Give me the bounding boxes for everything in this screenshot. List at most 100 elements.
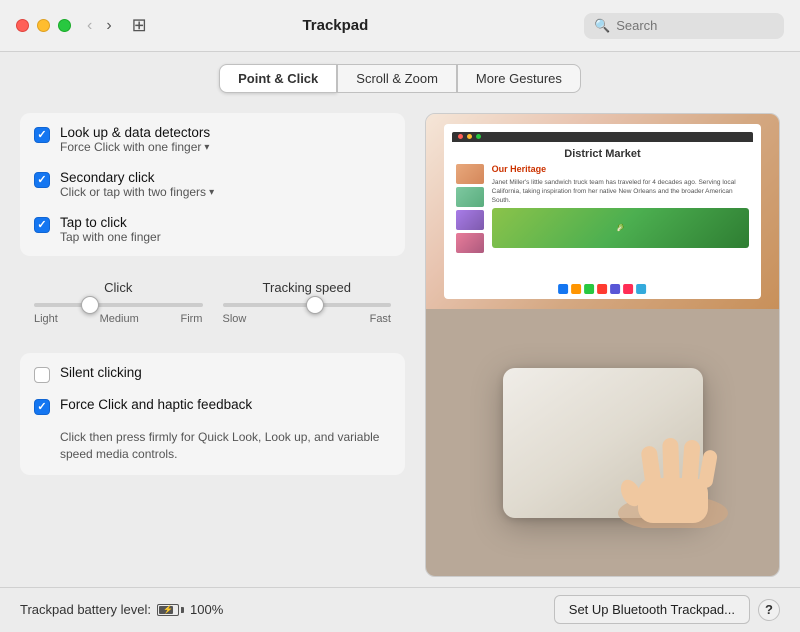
tap-to-click-text: Tap to click Tap with one finger: [60, 215, 161, 244]
mockup-image-area: 🥬: [492, 208, 750, 248]
mockup-green-dot: [476, 134, 481, 139]
battery-percent: 100%: [190, 602, 223, 617]
minimize-button[interactable]: [37, 19, 50, 32]
tap-to-click-checkbox[interactable]: ✓: [34, 217, 50, 233]
close-button[interactable]: [16, 19, 29, 32]
tab-point-click[interactable]: Point & Click: [219, 64, 337, 93]
secondary-click-setting: ✓ Secondary click Click or tap with two …: [34, 170, 391, 199]
mockup-dock: [452, 281, 754, 297]
secondary-click-text: Secondary click Click or tap with two fi…: [60, 170, 214, 199]
force-click-description: Click then press firmly for Quick Look, …: [60, 429, 391, 463]
battery-tip: [181, 607, 184, 613]
look-up-sublabel: Force Click with one finger ▾: [60, 140, 210, 154]
traffic-lights: [16, 19, 71, 32]
click-slider-labels: Light Medium Firm: [34, 313, 203, 325]
preview-top: District Market Our Heritage Janet Mille…: [426, 114, 779, 309]
mockup-thumb-4: [456, 233, 484, 253]
mockup-content: District Market Our Heritage Janet Mille…: [452, 142, 754, 259]
click-slider-track[interactable]: [34, 303, 203, 307]
checkmark-icon: ✓: [37, 220, 46, 231]
mockup-inner: District Market Our Heritage Janet Mille…: [444, 124, 762, 300]
force-click-checkbox[interactable]: ✓: [34, 399, 50, 415]
look-up-checkbox[interactable]: ✓: [34, 127, 50, 143]
tracking-slider-thumb[interactable]: [306, 296, 324, 314]
grid-icon[interactable]: ⊞: [132, 15, 147, 36]
dock-icon-music: [610, 284, 620, 294]
forward-arrow[interactable]: ›: [102, 15, 115, 37]
setup-bluetooth-button[interactable]: Set Up Bluetooth Trackpad...: [554, 595, 750, 624]
click-label-light: Light: [34, 313, 58, 325]
nav-arrows: ‹ ›: [83, 15, 116, 37]
mockup-thumb-2: [456, 187, 484, 207]
lightning-icon: ⚡: [163, 605, 173, 614]
dock-icon-mail: [584, 284, 594, 294]
secondary-click-sublabel: Click or tap with two fingers ▾: [60, 185, 214, 199]
force-click-label: Force Click and haptic feedback: [60, 397, 252, 412]
preview-bottom: [426, 309, 779, 576]
sliders-section: Click Light Medium Firm Tracking speed: [20, 270, 405, 339]
tap-to-click-setting: ✓ Tap to click Tap with one finger: [34, 215, 391, 244]
title-bar: ‹ › ⊞ Trackpad 🔍: [0, 0, 800, 52]
mockup-sidebar: [456, 164, 486, 253]
bottom-settings-section: Silent clicking ✓ Force Click and haptic…: [20, 353, 405, 475]
tracking-slider-track[interactable]: [223, 303, 392, 307]
silent-clicking-label: Silent clicking: [60, 365, 142, 380]
battery-label: Trackpad battery level:: [20, 602, 151, 617]
mockup-thumb-3: [456, 210, 484, 230]
tab-more-gestures[interactable]: More Gestures: [457, 64, 581, 93]
footer: Trackpad battery level: ⚡ 100% Set Up Bl…: [0, 587, 800, 631]
dock-icon-maps: [636, 284, 646, 294]
tab-bar: Point & Click Scroll & Zoom More Gesture…: [0, 52, 800, 103]
tracking-slider-title: Tracking speed: [223, 280, 392, 295]
mockup-yellow-dot: [467, 134, 472, 139]
tap-to-click-sublabel: Tap with one finger: [60, 230, 161, 244]
preview-mockup: District Market Our Heritage Janet Mille…: [426, 114, 779, 309]
search-box[interactable]: 🔍: [584, 13, 784, 39]
secondary-click-label: Secondary click: [60, 170, 214, 185]
battery-info: Trackpad battery level: ⚡ 100%: [20, 602, 223, 617]
hand-svg: [613, 428, 733, 528]
force-click-setting: ✓ Force Click and haptic feedback: [34, 397, 391, 415]
main-content: ✓ Look up & data detectors Force Click w…: [0, 103, 800, 587]
checkmark-icon: ✓: [37, 130, 46, 141]
tracking-label-slow: Slow: [223, 313, 247, 325]
secondary-click-checkbox[interactable]: ✓: [34, 172, 50, 188]
window-title: Trackpad: [159, 17, 512, 34]
look-up-label: Look up & data detectors: [60, 125, 210, 140]
mockup-red-dot: [458, 134, 463, 139]
silent-clicking-setting: Silent clicking: [34, 365, 391, 383]
footer-buttons: Set Up Bluetooth Trackpad... ?: [554, 595, 780, 624]
tracking-slider-labels: Slow Fast: [223, 313, 392, 325]
top-settings-section: ✓ Look up & data detectors Force Click w…: [20, 113, 405, 256]
dropdown-arrow-icon: ▾: [204, 142, 209, 153]
dock-icon-finder: [558, 284, 568, 294]
mockup-title: District Market: [456, 148, 750, 160]
help-button[interactable]: ?: [758, 599, 780, 621]
checkmark-icon: ✓: [37, 175, 46, 186]
battery-body: ⚡: [157, 604, 179, 616]
back-arrow[interactable]: ‹: [83, 15, 96, 37]
click-slider-thumb[interactable]: [81, 296, 99, 314]
preview-panel: District Market Our Heritage Janet Mille…: [425, 113, 780, 577]
tracking-label-fast: Fast: [370, 313, 391, 325]
mockup-thumb-1: [456, 164, 484, 184]
checkmark-icon: ✓: [37, 402, 46, 413]
click-label-firm: Firm: [180, 313, 202, 325]
dock-icon-photos: [597, 284, 607, 294]
tracking-slider-group: Tracking speed Slow Fast: [223, 280, 392, 325]
sliders-row: Click Light Medium Firm Tracking speed: [34, 280, 391, 325]
look-up-text: Look up & data detectors Force Click wit…: [60, 125, 210, 154]
dock-icon-safari: [571, 284, 581, 294]
force-click-text: Force Click and haptic feedback: [60, 397, 252, 412]
search-icon: 🔍: [594, 18, 610, 34]
mockup-image-label: 🥬: [616, 224, 625, 232]
mockup-main-area: Our Heritage Janet Miller's little sandw…: [492, 164, 750, 253]
mockup-para: Janet Miller's little sandwich truck tea…: [492, 178, 750, 205]
silent-clicking-checkbox[interactable]: [34, 367, 50, 383]
look-up-setting: ✓ Look up & data detectors Force Click w…: [34, 125, 391, 154]
click-slider-title: Click: [34, 280, 203, 295]
mockup-bar: [452, 132, 754, 142]
fullscreen-button[interactable]: [58, 19, 71, 32]
search-input[interactable]: [616, 18, 774, 33]
tab-scroll-zoom[interactable]: Scroll & Zoom: [337, 64, 457, 93]
